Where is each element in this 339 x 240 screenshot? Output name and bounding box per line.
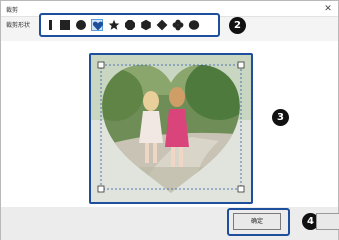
crop-dialog: 裁剪 ✕ 裁剪形状 2 3 确定 4 [0,0,339,240]
octagon-shape-button[interactable] [124,19,136,31]
oval-shape-button[interactable] [188,19,200,31]
ok-button[interactable]: 确定 [233,213,281,230]
crop-preview[interactable] [89,53,253,204]
clover-shape-button[interactable] [172,19,184,31]
close-icon[interactable]: ✕ [323,4,333,14]
crop-shape-label: 裁剪形状 [6,22,31,29]
star-shape-button[interactable] [108,19,120,31]
hexagon-shape-button[interactable] [140,19,152,31]
callout-2: 2 [229,17,246,34]
diamond-shape-button[interactable] [156,19,168,31]
callout-3: 3 [272,109,289,126]
heart-shape-button[interactable] [91,19,104,31]
narrow-rectangle-shape-button[interactable] [45,19,57,31]
window-title: 裁剪 [6,7,19,14]
crop-shape-toolbar [39,13,220,37]
circle-shape-button[interactable] [75,19,87,31]
photo-preview [91,55,251,202]
square-shape-button[interactable] [59,19,71,31]
cancel-button[interactable] [316,213,339,230]
